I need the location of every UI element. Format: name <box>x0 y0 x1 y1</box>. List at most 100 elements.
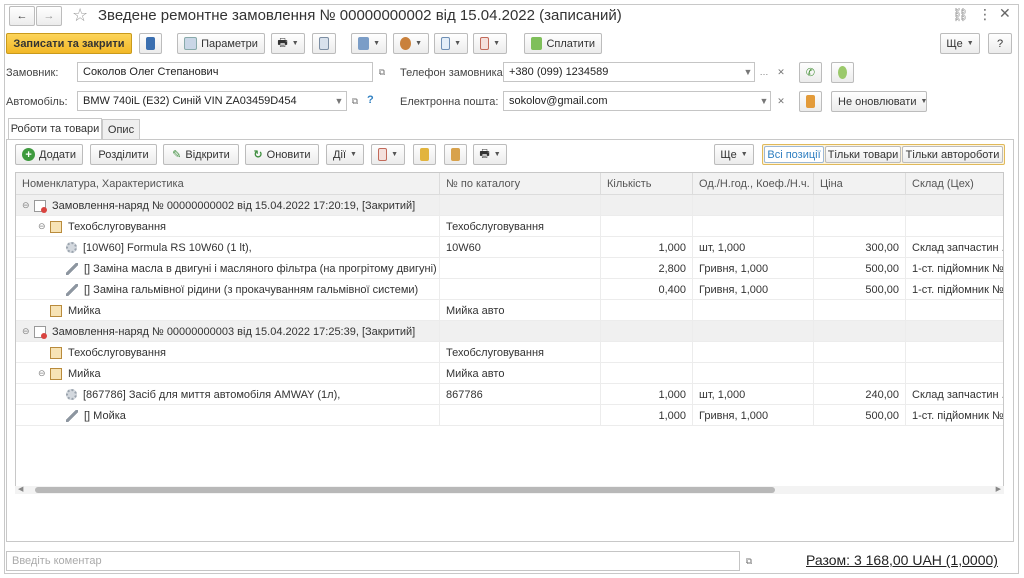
tab-description[interactable]: Опис <box>102 119 140 139</box>
table-row[interactable]: ⊖ Техобслуговування Техобслуговування <box>16 216 1003 237</box>
package-button[interactable] <box>444 144 467 165</box>
table-report-button[interactable]: ▼ <box>371 144 405 165</box>
collapse-toggle-icon[interactable]: ⊖ <box>22 326 31 337</box>
table-row[interactable]: ⊖ Замовлення-наряд № 00000000002 від 15.0… <box>16 195 1003 216</box>
collapse-toggle-icon[interactable]: ⊖ <box>38 368 47 379</box>
car-help-icon[interactable]: ? <box>367 94 374 106</box>
car-dropdown-icon[interactable]: ▼ <box>331 91 347 111</box>
cell-store <box>906 321 1003 342</box>
forward-button[interactable]: → <box>36 6 62 26</box>
cell-store <box>906 300 1003 321</box>
comment-expand-icon[interactable]: ⧉ <box>741 551 757 571</box>
phone-select-icon[interactable]: … <box>756 62 772 82</box>
car-field[interactable]: BMW 740iL (E32) Синій VIN ZA03459D454 <box>77 91 347 111</box>
save-close-button[interactable]: Записати та закрити <box>6 33 132 54</box>
actions-button[interactable]: Дії ▼ <box>326 144 364 165</box>
params-button[interactable]: Параметри <box>177 33 265 54</box>
phone-field[interactable]: +380 (099) 1234589 <box>503 62 755 82</box>
actions-label: Дії <box>333 148 346 161</box>
chart-button[interactable]: ▼ <box>473 33 507 54</box>
open-button[interactable]: ✎ Відкрити <box>163 144 239 165</box>
cell-price <box>814 321 906 342</box>
column-qty[interactable]: Кількість <box>601 173 693 195</box>
scrollbar-thumb[interactable] <box>35 487 775 493</box>
horizontal-scrollbar[interactable]: ◀ ▶ <box>15 486 1004 494</box>
phone-dropdown-icon[interactable]: ▼ <box>740 62 756 82</box>
back-button[interactable]: ← <box>9 6 35 26</box>
row-name: Замовлення-наряд № 00000000002 від 15.04… <box>52 199 416 212</box>
column-unit[interactable]: Од./Н.год., Коеф./Н.ч. <box>693 173 814 195</box>
split-button[interactable]: Розділити <box>90 144 157 165</box>
open-customer-icon[interactable]: ⧉ <box>374 62 390 82</box>
collapse-toggle-icon[interactable]: ⊖ <box>22 200 31 211</box>
close-icon[interactable]: ✕ <box>999 5 1011 22</box>
comment-placeholder: Введіть коментар <box>12 555 102 567</box>
filter-works-button[interactable]: Тільки автороботи <box>902 146 1003 163</box>
cell-price: 240,00 <box>814 384 906 405</box>
update-select[interactable]: Не оновлювати ▼ <box>831 91 927 112</box>
add-button[interactable]: + Додати <box>15 144 83 165</box>
print-button[interactable]: 🖶 ▼ <box>271 33 305 54</box>
scroll-right-icon[interactable]: ▶ <box>996 485 1001 493</box>
table-row[interactable]: [867786] Засіб для миття автомобіля AMWA… <box>16 384 1003 405</box>
more-button[interactable]: Ще ▼ <box>940 33 980 54</box>
table-row[interactable]: Техобслуговування Техобслуговування <box>16 342 1003 363</box>
more-vertical-icon[interactable]: ⋮ <box>978 6 992 23</box>
total-link[interactable]: Разом: 3 168,00 UAH (1,0000) <box>806 552 998 568</box>
table-row[interactable]: [] Заміна гальмівної рідини (з прокачува… <box>16 279 1003 300</box>
favorite-star-icon[interactable]: ☆ <box>72 5 88 26</box>
cell-qty <box>601 216 693 237</box>
lock-button[interactable] <box>413 144 436 165</box>
table-row[interactable]: ⊖ Замовлення-наряд № 00000000003 від 15.0… <box>16 321 1003 342</box>
send-email-button[interactable] <box>799 91 822 112</box>
phone-clear-icon[interactable]: ✕ <box>773 62 789 82</box>
table-row[interactable]: [] Заміна масла в двигуні і масляного фі… <box>16 258 1003 279</box>
call-button[interactable]: ✆ <box>799 62 822 83</box>
table-row[interactable]: Мийка Мийка авто <box>16 300 1003 321</box>
arrow-left-icon: ← <box>16 10 28 22</box>
users-button[interactable]: ▼ <box>393 33 429 54</box>
structure-button[interactable] <box>312 33 336 54</box>
pay-button[interactable]: Сплатити <box>524 33 602 54</box>
document-icon <box>184 37 198 50</box>
column-catalog[interactable]: № по каталогу <box>440 173 601 195</box>
link-icon[interactable]: ⛓ <box>952 7 969 23</box>
table-row[interactable]: [10W60] Formula RS 10W60 (1 lt), 10W60 1,0… <box>16 237 1003 258</box>
sms-button[interactable] <box>831 62 854 83</box>
cell-price <box>814 342 906 363</box>
email-clear-icon[interactable]: ✕ <box>773 91 789 111</box>
customer-field[interactable]: Соколов Олег Степанович <box>77 62 373 82</box>
filter-goods-button[interactable]: Тільки товари <box>825 146 901 163</box>
cell-name: Техобслуговування <box>16 342 440 363</box>
collapse-toggle-icon[interactable]: ⊖ <box>38 221 47 232</box>
column-store[interactable]: Склад (Цех) <box>906 173 1003 195</box>
table-more-button[interactable]: Ще ▼ <box>714 144 754 165</box>
tab-works-goods[interactable]: Роботи та товари <box>8 118 102 139</box>
gear-icon <box>66 389 77 400</box>
plus-circle-icon: + <box>22 148 36 161</box>
column-nomenclature[interactable]: Номенклатура, Характеристика <box>16 173 440 195</box>
customer-label: Замовник: <box>6 67 59 79</box>
refresh-button[interactable]: ↻ Оновити <box>245 144 319 165</box>
table-print-button[interactable]: 🖶 ▼ <box>473 144 507 165</box>
table-row[interactable]: ⊖ Мийка Мийка авто <box>16 363 1003 384</box>
open-car-icon[interactable]: ⧉ <box>347 91 363 111</box>
report-button[interactable]: ▼ <box>434 33 468 54</box>
cell-catalog: Техобслуговування <box>440 342 601 363</box>
comment-input[interactable]: Введіть коментар <box>6 551 740 571</box>
cell-store: 1-ст. підйомник №1 <box>906 405 1003 426</box>
help-button[interactable]: ? <box>988 33 1012 54</box>
save-button[interactable] <box>139 33 162 54</box>
table-row[interactable]: [] Мойка 1,000 Гривня, 1,000 500,00 1-ст. пі… <box>16 405 1003 426</box>
column-price[interactable]: Ціна <box>814 173 906 195</box>
cell-catalog <box>440 405 601 426</box>
email-dropdown-icon[interactable]: ▼ <box>756 91 772 111</box>
row-name: [867786] Засіб для миття автомобіля AMWA… <box>83 388 341 401</box>
cell-name: [] Заміна масла в двигуні і масляного фі… <box>16 258 440 279</box>
email-field[interactable]: sokolov@gmail.com <box>503 91 771 111</box>
create-based-button[interactable]: ▼ <box>351 33 387 54</box>
scroll-left-icon[interactable]: ◀ <box>18 485 23 493</box>
cell-qty <box>601 342 693 363</box>
filter-all-button[interactable]: Всі позиції <box>764 146 824 163</box>
chevron-down-icon: ▼ <box>493 40 500 47</box>
